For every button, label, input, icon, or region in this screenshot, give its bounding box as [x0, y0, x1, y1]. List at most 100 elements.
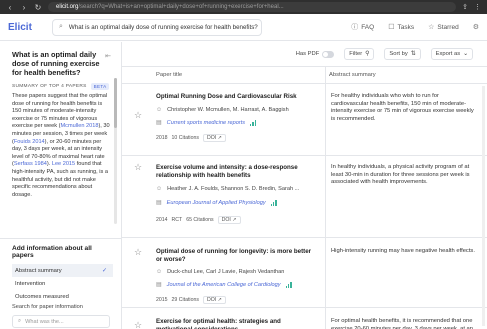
search-query: What is an optimal daily dose of running…	[68, 23, 258, 31]
has-pdf-label: Has PDF	[295, 51, 320, 57]
sidebar: What is an optimal daily dose of running…	[0, 42, 122, 329]
gear-icon: ⚙	[472, 24, 479, 31]
search-input[interactable]: ⌕ What is an optimal daily dose of runni…	[52, 18, 262, 36]
authors-icon: ☺	[156, 107, 163, 113]
export-button[interactable]: Export as ⌄	[430, 48, 473, 60]
citation-link[interactable]: Serfass 1984	[14, 161, 47, 167]
tasks-label: Tasks	[397, 23, 415, 31]
quality-bars-icon	[270, 199, 277, 206]
table-row[interactable]: ☆ Optimal Running Dose and Cardiovascula…	[122, 84, 487, 156]
help-icon: ⓘ	[351, 24, 359, 31]
faq-link[interactable]: ⓘ FAQ	[351, 22, 374, 32]
citation-count: 29 Citations	[171, 297, 199, 303]
search-icon: ⌕	[18, 318, 22, 324]
paper-year: 2015	[156, 297, 168, 303]
study-type: RCT	[171, 217, 183, 223]
sort-icon: ⇅	[410, 51, 416, 57]
chevron-down-icon: ⌄	[463, 51, 468, 57]
toggle-switch[interactable]	[322, 50, 335, 58]
sort-label: Sort by	[389, 51, 408, 57]
table-row[interactable]: ☆ Optimal dose of running for longevity:…	[122, 238, 487, 308]
star-icon[interactable]: ☆	[134, 110, 142, 121]
journal-icon: ▤	[156, 282, 162, 288]
paper-authors: Heather J. A. Foulds, Shannon S. D. Bred…	[167, 186, 300, 192]
has-pdf-toggle[interactable]: Has PDF	[295, 50, 335, 58]
column-option-outcomes-measured[interactable]: Outcomes measured	[12, 290, 113, 303]
share-icon[interactable]: ⇪	[462, 3, 468, 11]
column-header-paper-title[interactable]: Paper title	[156, 72, 182, 78]
summary-label: SUMMARY OF TOP 4 PAPERS BETA	[12, 83, 111, 90]
browser-toolbar: ‹ › ↻ elicit.org/search?q=What+is+an+opt…	[0, 0, 487, 14]
settings-button[interactable]: ⚙	[473, 23, 479, 31]
table-header: Paper title Abstract summary	[122, 66, 487, 84]
doi-label: DOI	[221, 217, 231, 223]
citation-count: 65 Citations	[186, 217, 214, 223]
journal: ▤ Journal of the American College of Card…	[156, 281, 292, 288]
collapse-icon[interactable]: ⇤	[105, 52, 111, 60]
table-row[interactable]: ☆ Exercise volume and intensity: a dose-…	[122, 156, 487, 238]
citation-link[interactable]: Mcmullen 2018	[61, 123, 99, 129]
column-option-label: Outcomes measured	[15, 293, 69, 300]
menu-icon[interactable]: ⋮	[474, 3, 481, 11]
paper-info-search-input[interactable]: ⌕ What was the...	[12, 315, 110, 328]
column-header-abstract-summary[interactable]: Abstract summary	[329, 72, 376, 78]
results-scrollbar[interactable]	[482, 86, 485, 326]
table-row[interactable]: ☆ Exercise for optimal health: strategie…	[122, 308, 487, 329]
column-option-intervention[interactable]: Intervention	[12, 277, 113, 290]
address-bar[interactable]: elicit.org/search?q=What+is+an+optimal+d…	[48, 2, 457, 12]
question-title: What is an optimal daily dose of running…	[12, 50, 100, 77]
scrollbar-thumb[interactable]	[114, 78, 117, 128]
citation-link[interactable]: Lee 2015	[52, 161, 75, 167]
url-path: /search?q=What+is+an+optimal+daily+dose+…	[78, 4, 284, 10]
doi-link[interactable]: DOI ↗	[202, 296, 226, 304]
url-host: elicit.org	[56, 4, 79, 10]
journal: ▤ European Journal of Applied Physiology	[156, 199, 277, 206]
journal-icon: ▤	[156, 120, 162, 126]
doi-link[interactable]: DOI ↗	[202, 134, 226, 142]
starred-link[interactable]: ☆ Starred	[428, 23, 459, 32]
paper-authors: Duck-chul Lee, Carl J Lavie, Rajesh Veda…	[167, 269, 285, 275]
citation-link[interactable]: Fouids 2014	[14, 139, 45, 145]
search-icon: ⌕	[59, 23, 63, 30]
star-icon[interactable]: ☆	[134, 247, 142, 258]
results-toolbar: Has PDF Filter ⚲ Sort by ⇅ Export as ⌄	[122, 42, 487, 66]
sort-button[interactable]: Sort by ⇅	[384, 48, 421, 60]
back-icon[interactable]: ‹	[6, 3, 14, 12]
forward-icon[interactable]: ›	[20, 3, 28, 12]
filter-button[interactable]: Filter ⚲	[344, 48, 375, 60]
paper-authors: Christopher W. Mcmullen, M. Harrast, A. …	[167, 107, 289, 113]
journal-name: European Journal of Applied Physiology	[166, 199, 266, 206]
filter-label: Filter	[349, 51, 363, 57]
toggle-knob	[323, 51, 329, 57]
add-info-title: Add information about all papers	[12, 245, 92, 259]
check-icon: ✓	[101, 268, 107, 274]
authors-icon: ☺	[156, 269, 163, 275]
paper-title[interactable]: Optimal Running Dose and Cardiovascular …	[156, 93, 316, 101]
paper-title[interactable]: Exercise volume and intensity: a dose-re…	[156, 164, 316, 180]
star-icon[interactable]: ☆	[134, 320, 142, 329]
doi-link[interactable]: DOI ↗	[217, 216, 241, 224]
column-option-abstract-summary[interactable]: Abstract summary ✓	[12, 264, 113, 277]
beta-badge: BETA	[90, 83, 110, 90]
summary-text: These papers suggest that the optimal do…	[12, 93, 112, 209]
filter-icon: ⚲	[365, 51, 370, 57]
paper-year: 2014	[156, 217, 168, 223]
summary-label-text: SUMMARY OF TOP 4 PAPERS	[12, 84, 87, 89]
sidebar-scrollbar[interactable]	[114, 78, 117, 224]
reload-icon[interactable]: ↻	[34, 3, 42, 12]
tasks-icon: ☐	[388, 24, 395, 31]
authors-icon: ☺	[156, 186, 163, 192]
elicit-app: Elicit ⌕ What is an optimal daily dose o…	[0, 14, 487, 329]
top-bar: Elicit ⌕ What is an optimal daily dose o…	[0, 14, 487, 41]
journal-name: Current sports medicine reports	[166, 119, 246, 126]
top-nav: ⓘ FAQ ☐ Tasks ☆ Starred ⚙	[351, 22, 479, 32]
paper-title[interactable]: Exercise for optimal health: strategies …	[156, 318, 316, 329]
quality-bars-icon	[250, 119, 257, 126]
column-option-label: Intervention	[15, 280, 46, 287]
logo[interactable]: Elicit	[8, 22, 42, 33]
doi-label: DOI	[206, 135, 217, 141]
star-icon[interactable]: ☆	[134, 162, 142, 173]
paper-title[interactable]: Optimal dose of running for longevity: i…	[156, 248, 316, 264]
abstract-summary: For healthy individuals who wish to run …	[331, 93, 474, 122]
tasks-link[interactable]: ☐ Tasks	[388, 23, 415, 32]
